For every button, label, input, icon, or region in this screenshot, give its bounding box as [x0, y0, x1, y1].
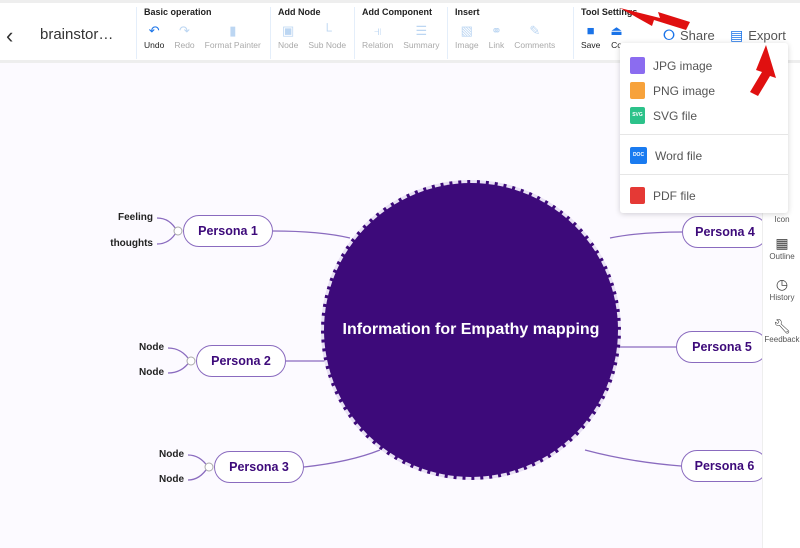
export-svg[interactable]: SVG SVG file [630, 107, 697, 124]
png-file-icon [630, 82, 645, 99]
sidebar-label: Outline [769, 252, 795, 261]
sidebar-label: Icon [774, 215, 790, 224]
svg-file-icon: SVG [630, 107, 645, 124]
export-word[interactable]: DOC Word file [630, 147, 702, 164]
sidebar-label: Feedback [764, 335, 800, 344]
outline-icon: ▦ [775, 235, 789, 251]
persona-node[interactable]: Persona 1 [183, 215, 273, 247]
doc-file-icon: DOC [630, 147, 647, 164]
clock-icon: ◷ [775, 276, 789, 292]
sub-node[interactable]: Node [114, 342, 164, 353]
sub-node[interactable]: Node [134, 474, 184, 485]
menu-label: PNG image [653, 83, 716, 98]
persona-node[interactable]: Persona 2 [196, 345, 286, 377]
sub-node[interactable]: Feeling [103, 212, 153, 223]
sidebar-item-history[interactable]: ◷ History [763, 276, 800, 302]
divider [620, 134, 788, 135]
pdf-file-icon [630, 187, 645, 204]
persona-node[interactable]: Persona 3 [214, 451, 304, 483]
menu-label: SVG file [653, 108, 698, 123]
export-pdf[interactable]: PDF file [630, 187, 696, 204]
persona-node[interactable]: Persona 5 [676, 331, 768, 363]
menu-label: Word file [655, 148, 703, 163]
sidebar-label: History [769, 293, 795, 302]
export-jpg[interactable]: JPG image [630, 57, 712, 74]
wrench-icon: 🔧︎ [773, 318, 791, 334]
sidebar-item-feedback[interactable]: 🔧︎ Feedback [763, 318, 800, 344]
central-topic[interactable]: Information for Empathy mapping [321, 180, 621, 480]
sub-node[interactable]: Node [114, 367, 164, 378]
jpg-file-icon [630, 57, 645, 74]
persona-node[interactable]: Persona 6 [681, 450, 768, 482]
menu-label: PDF file [653, 188, 696, 203]
sub-node[interactable]: thoughts [93, 238, 153, 249]
export-dropdown: JPG image PNG image SVG SVG file DOC Word … [620, 43, 788, 213]
sidebar-item-icon[interactable]: Icon [763, 215, 800, 224]
persona-node[interactable]: Persona 4 [682, 216, 768, 248]
menu-label: JPG image [653, 58, 713, 73]
export-png[interactable]: PNG image [630, 82, 715, 99]
divider [620, 174, 788, 175]
sub-node[interactable]: Node [134, 449, 184, 460]
sidebar-item-outline[interactable]: ▦ Outline [763, 235, 800, 261]
